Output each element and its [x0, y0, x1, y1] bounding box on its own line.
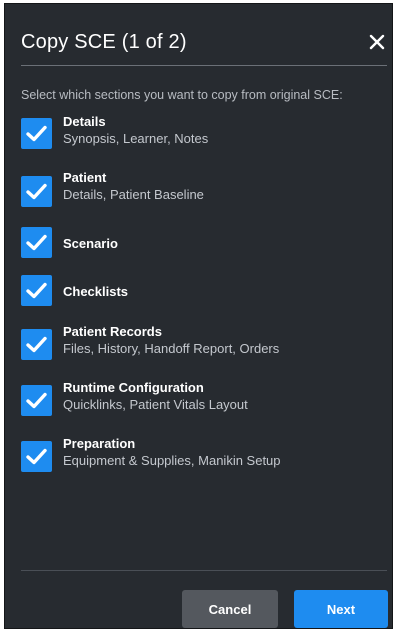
option-scenario-text: Scenario: [63, 236, 118, 252]
option-sub-label: Equipment & Supplies, Manikin Setup: [63, 453, 281, 468]
option-patient[interactable]: Patient Details, Patient Baseline: [21, 170, 381, 210]
option-preparation[interactable]: Preparation Equipment & Supplies, Maniki…: [21, 436, 381, 476]
check-icon: [26, 125, 47, 142]
option-sub-label: Files, History, Handoff Report, Orders: [63, 341, 280, 356]
checkbox-details[interactable]: [21, 118, 52, 149]
option-runtime-configuration[interactable]: Runtime Configuration Quicklinks, Patien…: [21, 380, 381, 420]
instruction-text: Select which sections you want to copy f…: [21, 88, 343, 102]
option-sub-label: Quicklinks, Patient Vitals Layout: [63, 397, 248, 412]
checkbox-checklists[interactable]: [21, 275, 52, 306]
option-preparation-text: Preparation Equipment & Supplies, Maniki…: [63, 436, 281, 470]
option-label: Patient Records: [63, 324, 162, 339]
check-icon: [26, 234, 47, 251]
option-patient-records-text: Patient Records Files, History, Handoff …: [63, 324, 279, 358]
dialog-header: Copy SCE (1 of 2): [21, 26, 387, 66]
check-icon: [26, 282, 47, 299]
checkbox-scenario[interactable]: [21, 227, 52, 258]
option-label: Runtime Configuration: [63, 380, 204, 395]
checkbox-runtime-configuration[interactable]: [21, 385, 52, 416]
option-checklists[interactable]: Checklists: [21, 275, 381, 315]
dialog-title: Copy SCE (1 of 2): [21, 31, 187, 53]
check-icon: [26, 392, 47, 409]
option-label: Preparation: [63, 436, 136, 451]
check-icon: [26, 183, 47, 200]
option-label: Details: [63, 114, 106, 129]
option-label: Patient: [63, 170, 107, 185]
option-details-text: Details Synopsis, Learner, Notes: [63, 114, 208, 148]
copy-sce-dialog: Copy SCE (1 of 2) Select which sections …: [4, 3, 393, 629]
option-sub-label: Synopsis, Learner, Notes: [63, 131, 209, 146]
next-button[interactable]: Next: [294, 590, 388, 628]
option-label: Scenario: [63, 236, 118, 251]
option-label: Checklists: [63, 284, 129, 299]
cancel-button[interactable]: Cancel: [182, 590, 278, 628]
option-runtime-configuration-text: Runtime Configuration Quicklinks, Patien…: [63, 380, 248, 414]
checkbox-patient-records[interactable]: [21, 329, 52, 360]
option-checklists-text: Checklists: [63, 284, 128, 300]
option-patient-text: Patient Details, Patient Baseline: [63, 170, 204, 204]
checkbox-patient[interactable]: [21, 176, 52, 207]
check-icon: [26, 336, 47, 353]
footer-divider: [21, 570, 387, 571]
option-details[interactable]: Details Synopsis, Learner, Notes: [21, 114, 381, 154]
option-sub-label: Details, Patient Baseline: [63, 187, 204, 202]
option-patient-records[interactable]: Patient Records Files, History, Handoff …: [21, 324, 381, 364]
close-icon[interactable]: [367, 32, 387, 52]
check-icon: [26, 448, 47, 465]
option-scenario[interactable]: Scenario: [21, 227, 381, 267]
checkbox-preparation[interactable]: [21, 441, 52, 472]
